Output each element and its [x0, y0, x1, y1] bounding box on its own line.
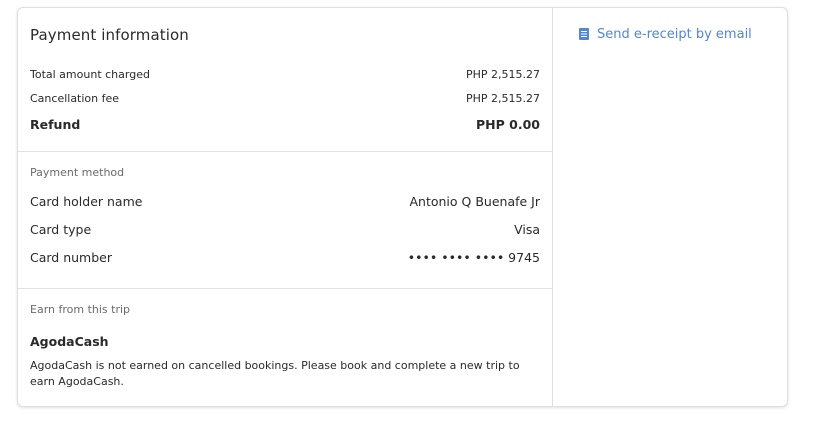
send-e-receipt-link[interactable]: Send e-receipt by email	[579, 27, 752, 42]
card-type-label: Card type	[30, 221, 92, 237]
card-type-row: Card type Visa	[30, 215, 540, 243]
total-amount-label: Total amount charged	[30, 67, 150, 81]
refund-value: PHP 0.00	[476, 116, 540, 132]
payment-method-section: Payment method Card holder name Antonio …	[18, 152, 552, 289]
agodacash-description: AgodaCash is not earned on cancelled boo…	[30, 359, 520, 388]
payment-information-title: Payment information	[30, 26, 189, 44]
document-icon	[579, 28, 589, 40]
send-e-receipt-label: Send e-receipt by email	[597, 26, 752, 42]
cancellation-fee-value: PHP 2,515.27	[465, 91, 540, 105]
card-number-row: Card number •••• •••• •••• 9745	[30, 243, 540, 271]
card-holder-value: Antonio Q Buenafe Jr	[409, 193, 540, 209]
card-number-label: Card number	[30, 249, 113, 265]
total-amount-row: Total amount charged PHP 2,515.27	[30, 62, 540, 86]
card-holder-row: Card holder name Antonio Q Buenafe Jr	[30, 187, 540, 215]
payment-method-heading: Payment method	[30, 166, 125, 179]
payment-summary-section: Payment information Total amount charged…	[18, 8, 552, 152]
earn-section: Earn from this trip AgodaCash AgodaCash …	[18, 289, 552, 390]
agodacash-title: AgodaCash	[30, 334, 109, 349]
card-holder-label: Card holder name	[30, 193, 143, 209]
card-type-value: Visa	[514, 221, 540, 237]
card-number-value: •••• •••• •••• 9745	[407, 249, 540, 265]
cancellation-fee-label: Cancellation fee	[30, 91, 120, 105]
cancellation-fee-row: Cancellation fee PHP 2,515.27	[30, 86, 540, 110]
payment-card: Payment information Total amount charged…	[17, 7, 788, 407]
refund-row: Refund PHP 0.00	[30, 110, 540, 138]
payment-details-panel: Payment information Total amount charged…	[18, 8, 553, 406]
refund-label: Refund	[30, 116, 81, 132]
total-amount-value: PHP 2,515.27	[465, 67, 540, 81]
actions-panel: Send e-receipt by email	[553, 8, 787, 406]
earn-heading: Earn from this trip	[30, 303, 131, 316]
